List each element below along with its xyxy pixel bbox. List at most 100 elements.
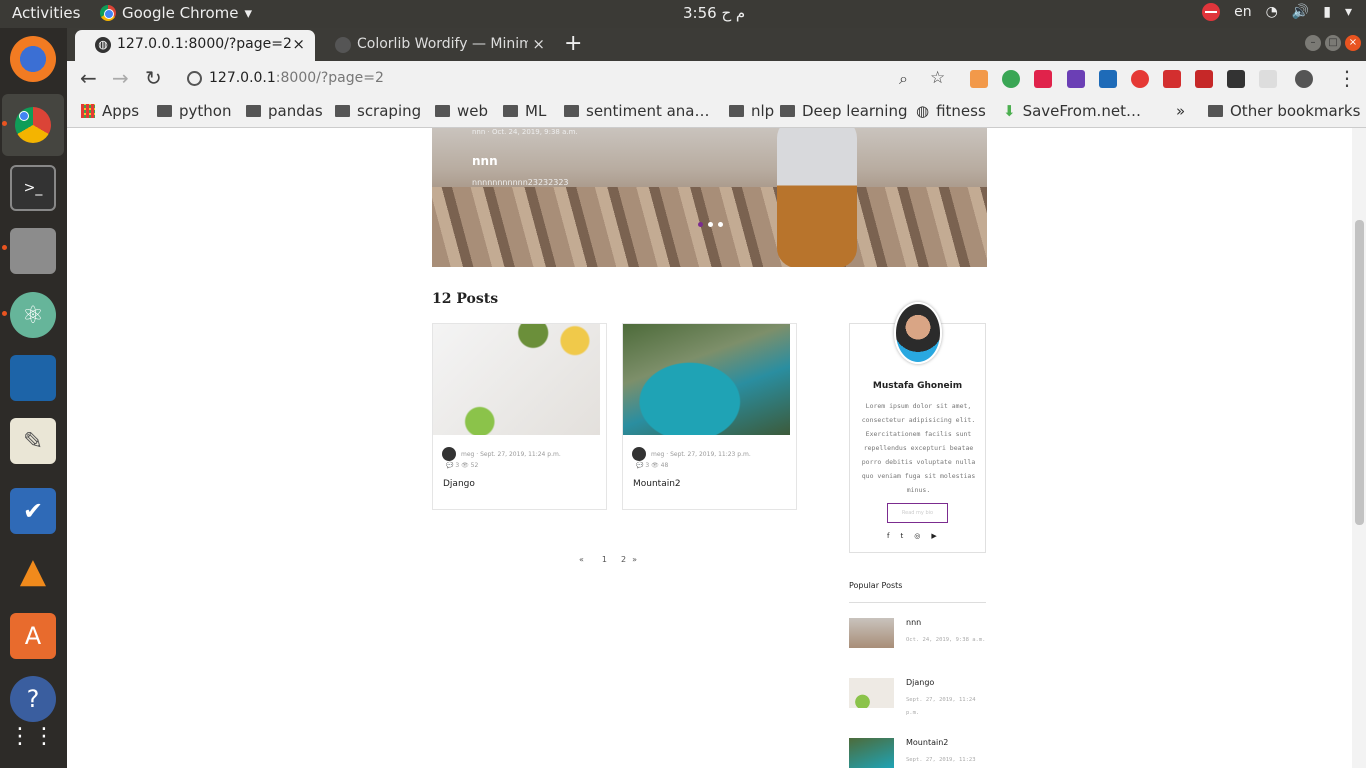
terminal-icon[interactable]: >_ [10, 165, 56, 211]
shield-extension-icon[interactable] [1099, 70, 1117, 88]
media-extension-icon[interactable] [1034, 70, 1052, 88]
prev-page-link[interactable]: « [579, 555, 584, 564]
do-not-disturb-icon[interactable] [1202, 3, 1221, 21]
instagram-icon[interactable]: ◎ [914, 532, 920, 540]
post-title[interactable]: Mountain2 [633, 479, 681, 489]
post-stats: 💬 3 👁 52 [446, 462, 479, 469]
bookmark-deep-learning[interactable]: Deep learning [780, 102, 908, 120]
bookmark-scraping[interactable]: scraping [335, 102, 421, 120]
popular-post-date: Oct. 24, 2019, 9:38 a.m. [906, 637, 986, 643]
wifi-icon[interactable]: ◔ [1266, 4, 1278, 20]
scrollbar-thumb[interactable] [1355, 220, 1364, 525]
maximize-icon[interactable]: □ [1325, 35, 1341, 51]
bookmark-ml[interactable]: ML [503, 102, 546, 120]
software-center-icon[interactable]: A [10, 613, 56, 659]
zoom-icon[interactable]: ⌕ [899, 69, 908, 89]
tab-title: 127.0.0.1:8000/?page=2 [117, 36, 292, 52]
post-card[interactable]: meg · Sept. 27, 2019, 11:24 p.m. 💬 3 👁 5… [432, 323, 607, 510]
bookmark-python[interactable]: python [157, 102, 231, 120]
post-image [433, 324, 600, 435]
page-link-2[interactable]: 2 [621, 555, 626, 564]
pdf-extension-icon[interactable] [1163, 70, 1181, 88]
next-page-link[interactable]: » [632, 555, 637, 564]
vlc-icon[interactable]: ▲ [10, 548, 56, 594]
page-scrollbar[interactable] [1352, 128, 1366, 768]
activities-button[interactable]: Activities [12, 4, 80, 22]
chrome-icon[interactable] [2, 94, 64, 156]
facebook-icon[interactable]: f [887, 532, 889, 540]
writer-icon[interactable] [10, 355, 56, 401]
hero-slider[interactable]: nnn · Oct. 24, 2019, 9:38 a.m. nnn nnnnn… [432, 128, 987, 267]
popular-posts-heading: Popular Posts [849, 581, 903, 590]
bookmark-star-icon[interactable]: ☆ [930, 68, 945, 88]
color-picker-extension-icon[interactable] [1067, 70, 1085, 88]
post-title[interactable]: Django [443, 479, 475, 489]
post-image [623, 324, 790, 435]
more-bookmarks-button[interactable]: » [1176, 102, 1185, 120]
bookmark-apps[interactable]: Apps [81, 102, 139, 120]
clock[interactable]: 3:56 م ح [683, 4, 745, 22]
slider-dots[interactable] [698, 222, 723, 227]
popular-post-title[interactable]: Django [906, 678, 934, 687]
files-icon[interactable] [10, 228, 56, 274]
volume-icon[interactable]: 🔊 [1292, 4, 1309, 20]
slider-dot[interactable] [698, 222, 703, 227]
author-photo [894, 302, 942, 364]
popular-post-title[interactable]: nnn [906, 618, 921, 627]
youtube-icon[interactable]: ▶ [931, 532, 936, 540]
folder-icon [246, 105, 261, 117]
slider-dot[interactable] [708, 222, 713, 227]
globe-icon: ◍ [95, 37, 111, 53]
bookmark-nlp[interactable]: nlp [729, 102, 774, 120]
slider-dot[interactable] [718, 222, 723, 227]
tab-inactive[interactable]: Colorlib Wordify — Minim × [315, 30, 555, 61]
minimize-icon[interactable]: – [1305, 35, 1321, 51]
download-extension-icon[interactable] [970, 70, 988, 88]
twitter-icon[interactable]: t [900, 532, 903, 540]
globe-icon: ◍ [916, 102, 930, 120]
text-editor-icon[interactable]: ✎ [10, 418, 56, 464]
reload-icon[interactable]: ↻ [145, 66, 162, 90]
firefox-icon[interactable] [10, 36, 56, 82]
forward-icon[interactable]: → [112, 66, 129, 90]
tab-active[interactable]: ◍ 127.0.0.1:8000/?page=2 × [75, 30, 315, 61]
author-profile-card: Mustafa Ghoneim Lorem ipsum dolor sit am… [849, 302, 986, 553]
back-icon[interactable]: ← [80, 66, 97, 90]
system-tray[interactable]: en ◔ 🔊 ▮ ▾ [1202, 3, 1352, 21]
app-menu[interactable]: Google Chrome ▾ [100, 4, 252, 22]
bookmark-other[interactable]: Other bookmarks [1208, 102, 1360, 120]
page-icon [335, 37, 351, 53]
tasks-icon[interactable]: ✔ [10, 488, 56, 534]
menu-icon[interactable]: ⋮ [1337, 66, 1357, 90]
running-indicator [2, 245, 7, 250]
bookmark-pandas[interactable]: pandas [246, 102, 323, 120]
bookmark-sentiment[interactable]: sentiment ana… [564, 102, 710, 120]
cube-extension-icon[interactable] [1227, 70, 1245, 88]
bookmark-web[interactable]: web [435, 102, 488, 120]
atom-icon[interactable]: ⚛ [10, 292, 56, 338]
globe-extension-icon[interactable] [1002, 70, 1020, 88]
close-tab-icon[interactable]: × [292, 35, 305, 53]
close-window-icon[interactable]: × [1345, 35, 1361, 51]
address-bar[interactable]: 127.0.0.1:8000/?page=2 [175, 65, 985, 93]
pokeball-extension-icon[interactable] [1131, 70, 1149, 88]
grid-extension-icon[interactable] [1259, 70, 1277, 88]
chevron-down-icon[interactable]: ▾ [1345, 4, 1352, 20]
popular-post-thumb [849, 618, 894, 648]
bookmark-fitness[interactable]: ◍ fitness [916, 102, 986, 120]
language-indicator[interactable]: en [1234, 4, 1252, 20]
popular-post-title[interactable]: Mountain2 [906, 738, 948, 747]
folder-icon [1208, 105, 1223, 117]
running-indicator [2, 121, 7, 126]
bookmark-savefrom[interactable]: ⬇ SaveFrom.net… [1003, 102, 1141, 120]
page-link-1[interactable]: 1 [602, 555, 607, 564]
battery-icon[interactable]: ▮ [1323, 4, 1331, 20]
new-tab-button[interactable]: + [564, 31, 582, 56]
translate-extension-icon[interactable] [1195, 70, 1213, 88]
show-apps-icon[interactable]: ⋮⋮ [9, 713, 56, 759]
profile-avatar[interactable] [1295, 70, 1313, 88]
close-tab-icon[interactable]: × [528, 35, 545, 53]
hero-title[interactable]: nnn [472, 154, 498, 168]
post-card[interactable]: meg · Sept. 27, 2019, 11:23 p.m. 💬 3 👁 4… [622, 323, 797, 510]
read-bio-button[interactable]: Read my bio [887, 503, 948, 523]
